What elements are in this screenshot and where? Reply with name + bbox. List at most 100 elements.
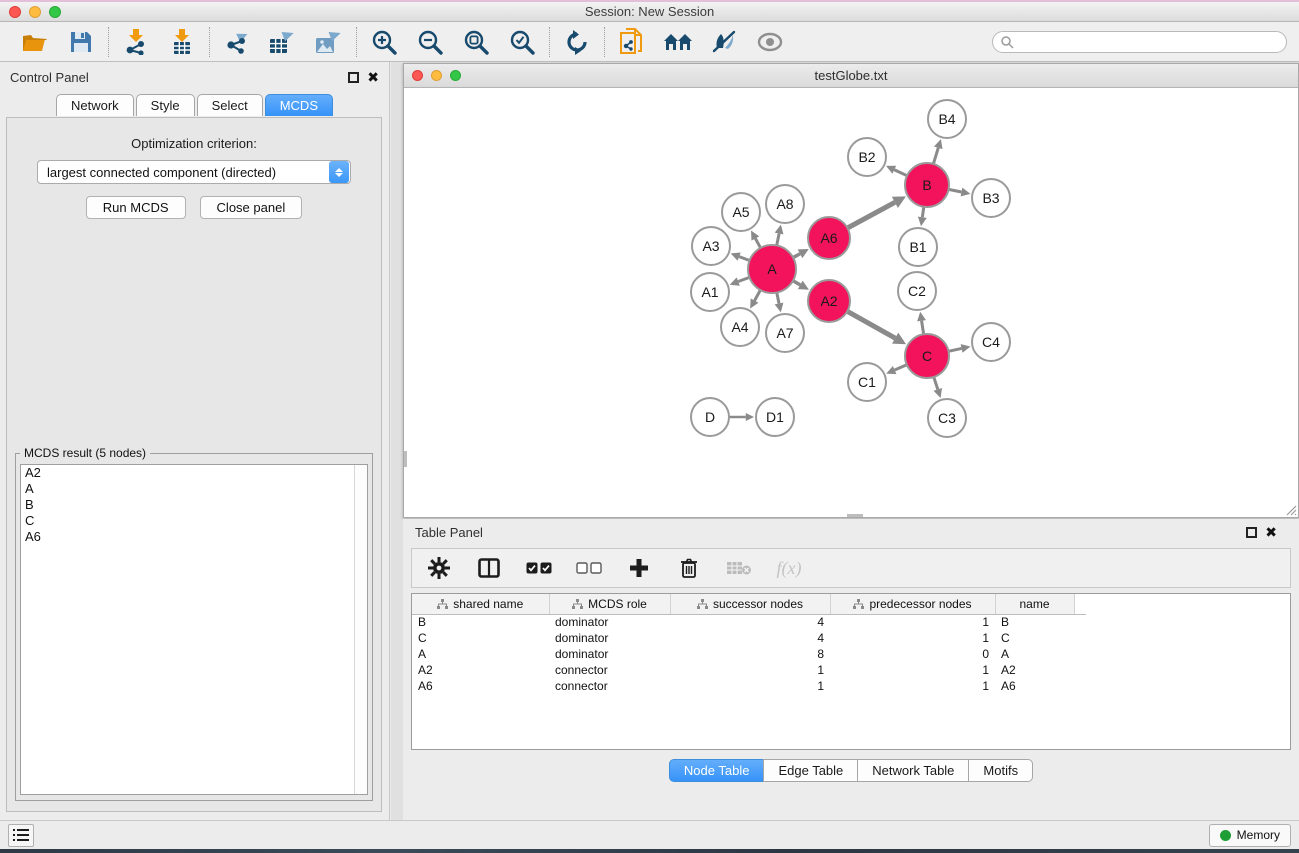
- edge-A-A2[interactable]: [793, 281, 800, 285]
- open-session-button[interactable]: [20, 27, 50, 57]
- edge-C-C2[interactable]: [922, 321, 924, 335]
- zoom-fit-button[interactable]: [461, 27, 491, 57]
- import-table-button[interactable]: [167, 27, 197, 57]
- edge-A-A7[interactable]: [777, 293, 779, 304]
- column-visibility-button[interactable]: [476, 555, 502, 581]
- cell-successor-nodes[interactable]: 1: [670, 662, 830, 678]
- cell-shared-name[interactable]: A6: [412, 678, 549, 694]
- edge-B-B1[interactable]: [922, 207, 924, 217]
- cell-predecessor-nodes[interactable]: 1: [830, 678, 995, 694]
- deselect-all-button[interactable]: [576, 555, 602, 581]
- tab-motifs[interactable]: Motifs: [968, 759, 1033, 782]
- refresh-layout-button[interactable]: [562, 27, 592, 57]
- cell-successor-nodes[interactable]: 1: [670, 678, 830, 694]
- save-session-button[interactable]: [66, 27, 96, 57]
- tab-network[interactable]: Network: [56, 94, 134, 116]
- cell-shared-name[interactable]: C: [412, 630, 549, 646]
- table-row[interactable]: A6connector11A6: [412, 678, 1086, 694]
- cell-name[interactable]: C: [995, 630, 1074, 646]
- list-scrollbar[interactable]: [354, 465, 367, 794]
- zoom-selected-button[interactable]: [507, 27, 537, 57]
- cell-shared-name[interactable]: A: [412, 646, 549, 662]
- select-all-button[interactable]: [526, 555, 552, 581]
- cell-successor-nodes[interactable]: 8: [670, 646, 830, 662]
- edge-C-C3[interactable]: [934, 377, 938, 389]
- column-header-successor-nodes[interactable]: successor nodes: [670, 594, 830, 614]
- table-row[interactable]: A2connector11A2: [412, 662, 1086, 678]
- cell-predecessor-nodes[interactable]: 1: [830, 662, 995, 678]
- tab-style[interactable]: Style: [136, 94, 195, 116]
- edge-A-A1[interactable]: [738, 277, 749, 281]
- delete-table-button[interactable]: [726, 555, 752, 581]
- window-resize-grip[interactable]: [1283, 502, 1297, 516]
- first-neighbors-button[interactable]: [663, 27, 693, 57]
- export-network-button[interactable]: [222, 27, 252, 57]
- cell-predecessor-nodes[interactable]: 1: [830, 630, 995, 646]
- table-row[interactable]: Adominator80A: [412, 646, 1086, 662]
- network-window-titlebar[interactable]: testGlobe.txt: [404, 64, 1298, 88]
- memory-button[interactable]: Memory: [1209, 824, 1291, 847]
- column-header-predecessor-nodes[interactable]: predecessor nodes: [830, 594, 995, 614]
- edge-A-A8[interactable]: [777, 234, 779, 246]
- node-table[interactable]: shared nameMCDS rolesuccessor nodesprede…: [412, 594, 1086, 694]
- column-header-name[interactable]: name: [995, 594, 1074, 614]
- tab-select[interactable]: Select: [197, 94, 263, 116]
- optimization-criterion-select[interactable]: largest connected component (directed): [37, 160, 351, 184]
- edge-B-B2[interactable]: [894, 170, 907, 176]
- new-network-from-selection-button[interactable]: [617, 27, 647, 57]
- edge-A-A5[interactable]: [755, 238, 760, 247]
- table-settings-button[interactable]: [426, 555, 452, 581]
- close-panel-button[interactable]: Close panel: [200, 196, 303, 219]
- show-all-button[interactable]: [755, 27, 785, 57]
- edge-A-A3[interactable]: [739, 257, 749, 261]
- zoom-out-button[interactable]: [415, 27, 445, 57]
- tab-network-table[interactable]: Network Table: [857, 759, 968, 782]
- float-table-panel-icon[interactable]: [1246, 527, 1257, 538]
- cell-successor-nodes[interactable]: 4: [670, 614, 830, 630]
- export-image-button[interactable]: [314, 27, 344, 57]
- edge-B-B4[interactable]: [933, 148, 938, 164]
- edge-A-A6[interactable]: [793, 254, 800, 258]
- edge-B-B3[interactable]: [949, 189, 962, 192]
- tab-edge-table[interactable]: Edge Table: [763, 759, 857, 782]
- float-panel-icon[interactable]: [348, 72, 359, 83]
- cell-MCDS-role[interactable]: dominator: [549, 646, 670, 662]
- tab-mcds[interactable]: MCDS: [265, 94, 333, 116]
- cell-name[interactable]: A2: [995, 662, 1074, 678]
- mcds-result-item[interactable]: A6: [21, 529, 367, 545]
- cell-name[interactable]: A: [995, 646, 1074, 662]
- mcds-result-list[interactable]: A2ABCA6: [20, 464, 368, 795]
- mcds-result-item[interactable]: A: [21, 481, 367, 497]
- network-canvas[interactable]: B4B2BB3A8A5A6A3B1AC2A1A2A4A7C4CC1DD1C3: [404, 88, 1298, 517]
- hide-selected-button[interactable]: [709, 27, 739, 57]
- network-graph[interactable]: B4B2BB3A8A5A6A3B1AC2A1A2A4A7C4CC1DD1C3: [404, 88, 1298, 517]
- close-table-panel-icon[interactable]: ✖: [1265, 527, 1277, 538]
- cell-MCDS-role[interactable]: dominator: [549, 630, 670, 646]
- edge-C-C1[interactable]: [895, 365, 907, 370]
- cell-predecessor-nodes[interactable]: 1: [830, 614, 995, 630]
- column-header-shared-name[interactable]: shared name: [412, 594, 549, 614]
- mcds-result-item[interactable]: A2: [21, 465, 367, 481]
- mcds-result-item[interactable]: C: [21, 513, 367, 529]
- column-header-MCDS-role[interactable]: MCDS role: [549, 594, 670, 614]
- cell-shared-name[interactable]: A2: [412, 662, 549, 678]
- delete-column-button[interactable]: [676, 555, 702, 581]
- table-row[interactable]: Cdominator41C: [412, 630, 1086, 646]
- export-table-button[interactable]: [268, 27, 298, 57]
- edge-C-C4[interactable]: [948, 348, 961, 351]
- table-row[interactable]: Bdominator41B: [412, 614, 1086, 630]
- edge-A-A4[interactable]: [755, 290, 761, 301]
- cell-MCDS-role[interactable]: connector: [549, 662, 670, 678]
- add-column-button[interactable]: [626, 555, 652, 581]
- import-network-button[interactable]: [121, 27, 151, 57]
- close-panel-icon[interactable]: ✖: [367, 72, 379, 83]
- edge-A2-C[interactable]: [847, 311, 895, 338]
- cell-name[interactable]: A6: [995, 678, 1074, 694]
- cell-shared-name[interactable]: B: [412, 614, 549, 630]
- task-history-button[interactable]: [8, 824, 34, 847]
- function-builder-button[interactable]: f(x): [776, 555, 802, 581]
- cell-successor-nodes[interactable]: 4: [670, 630, 830, 646]
- cell-predecessor-nodes[interactable]: 0: [830, 646, 995, 662]
- search-input[interactable]: [992, 31, 1287, 53]
- mcds-result-item[interactable]: B: [21, 497, 367, 513]
